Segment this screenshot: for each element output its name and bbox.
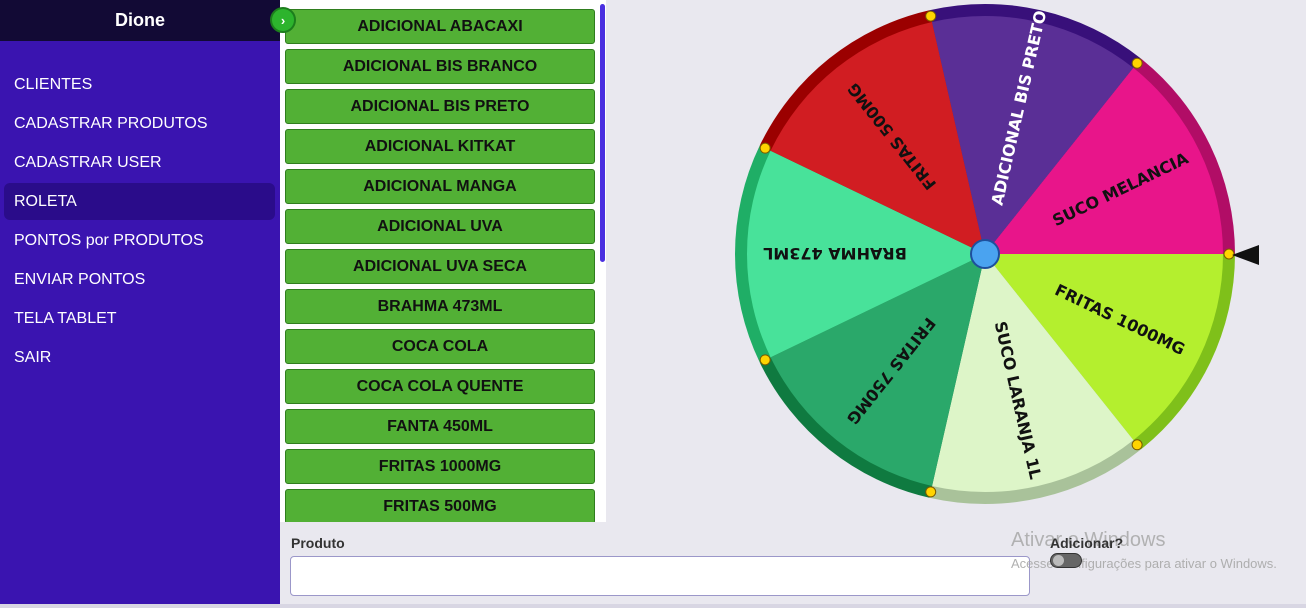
product-button[interactable]: COCA COLA xyxy=(285,329,595,364)
product-button[interactable]: ADICIONAL ABACAXI xyxy=(285,9,595,44)
sidebar-item-cadastrar-user[interactable]: CADASTRAR USER xyxy=(4,144,275,181)
product-button[interactable]: ADICIONAL KITKAT xyxy=(285,129,595,164)
product-button[interactable]: FANTA 450ML xyxy=(285,409,595,444)
produto-input[interactable] xyxy=(290,556,1030,596)
product-button[interactable]: ADICIONAL BIS PRETO xyxy=(285,89,595,124)
adicionar-label: Adicionar? xyxy=(1050,535,1124,551)
wheel-peg xyxy=(1131,57,1143,69)
wheel-peg xyxy=(925,486,937,498)
wheel-peg xyxy=(759,354,771,366)
produto-label: Produto xyxy=(291,535,345,551)
product-button[interactable]: ADICIONAL BIS BRANCO xyxy=(285,49,595,84)
prize-wheel[interactable]: FRITAS 1000MGSUCO LARANJA 1LFRITAS 750MG… xyxy=(730,0,1250,520)
wheel-hub-button[interactable] xyxy=(970,239,1000,269)
wheel-peg xyxy=(759,142,771,154)
product-list: ADICIONAL ABACAXI ADICIONAL BIS BRANCO ADI… xyxy=(280,0,606,522)
scrollbar[interactable] xyxy=(600,4,605,262)
product-button[interactable]: ADICIONAL UVA xyxy=(285,209,595,244)
sidebar-item-pontos-por-produtos[interactable]: PONTOS por PRODUTOS xyxy=(4,222,275,259)
adicionar-toggle[interactable] xyxy=(1050,553,1082,568)
sidebar-toggle-button[interactable]: › xyxy=(270,7,296,33)
sidebar-menu: CLIENTES CADASTRAR PRODUTOS CADASTRAR USER… xyxy=(0,66,280,378)
app-title: Dione xyxy=(0,0,280,41)
product-button[interactable]: BRAHMA 473ML xyxy=(285,289,595,324)
wheel-peg xyxy=(925,10,937,22)
wheel-pointer-icon xyxy=(1232,245,1259,265)
sidebar: Dione CLIENTES CADASTRAR PRODUTOS CADASTRA… xyxy=(0,0,280,608)
product-button[interactable]: ADICIONAL MANGA xyxy=(285,169,595,204)
bottom-divider xyxy=(0,604,1306,608)
sidebar-item-tela-tablet[interactable]: TELA TABLET xyxy=(4,300,275,337)
wheel-segment-label: BRAHMA 473ML xyxy=(763,244,907,263)
sidebar-item-enviar-pontos[interactable]: ENVIAR PONTOS xyxy=(4,261,275,298)
chevron-right-icon: › xyxy=(280,12,286,28)
wheel-peg xyxy=(1131,439,1143,451)
sidebar-item-sair[interactable]: SAIR xyxy=(4,339,275,376)
product-button[interactable]: FRITAS 1000MG xyxy=(285,449,595,484)
product-button[interactable]: COCA COLA QUENTE xyxy=(285,369,595,404)
sidebar-item-roleta[interactable]: ROLETA xyxy=(4,183,275,220)
sidebar-item-clientes[interactable]: CLIENTES xyxy=(4,66,275,103)
toggle-knob xyxy=(1053,555,1064,566)
product-button[interactable]: ADICIONAL UVA SECA xyxy=(285,249,595,284)
sidebar-item-cadastrar-produtos[interactable]: CADASTRAR PRODUTOS xyxy=(4,105,275,142)
product-button[interactable]: FRITAS 500MG xyxy=(285,489,595,522)
